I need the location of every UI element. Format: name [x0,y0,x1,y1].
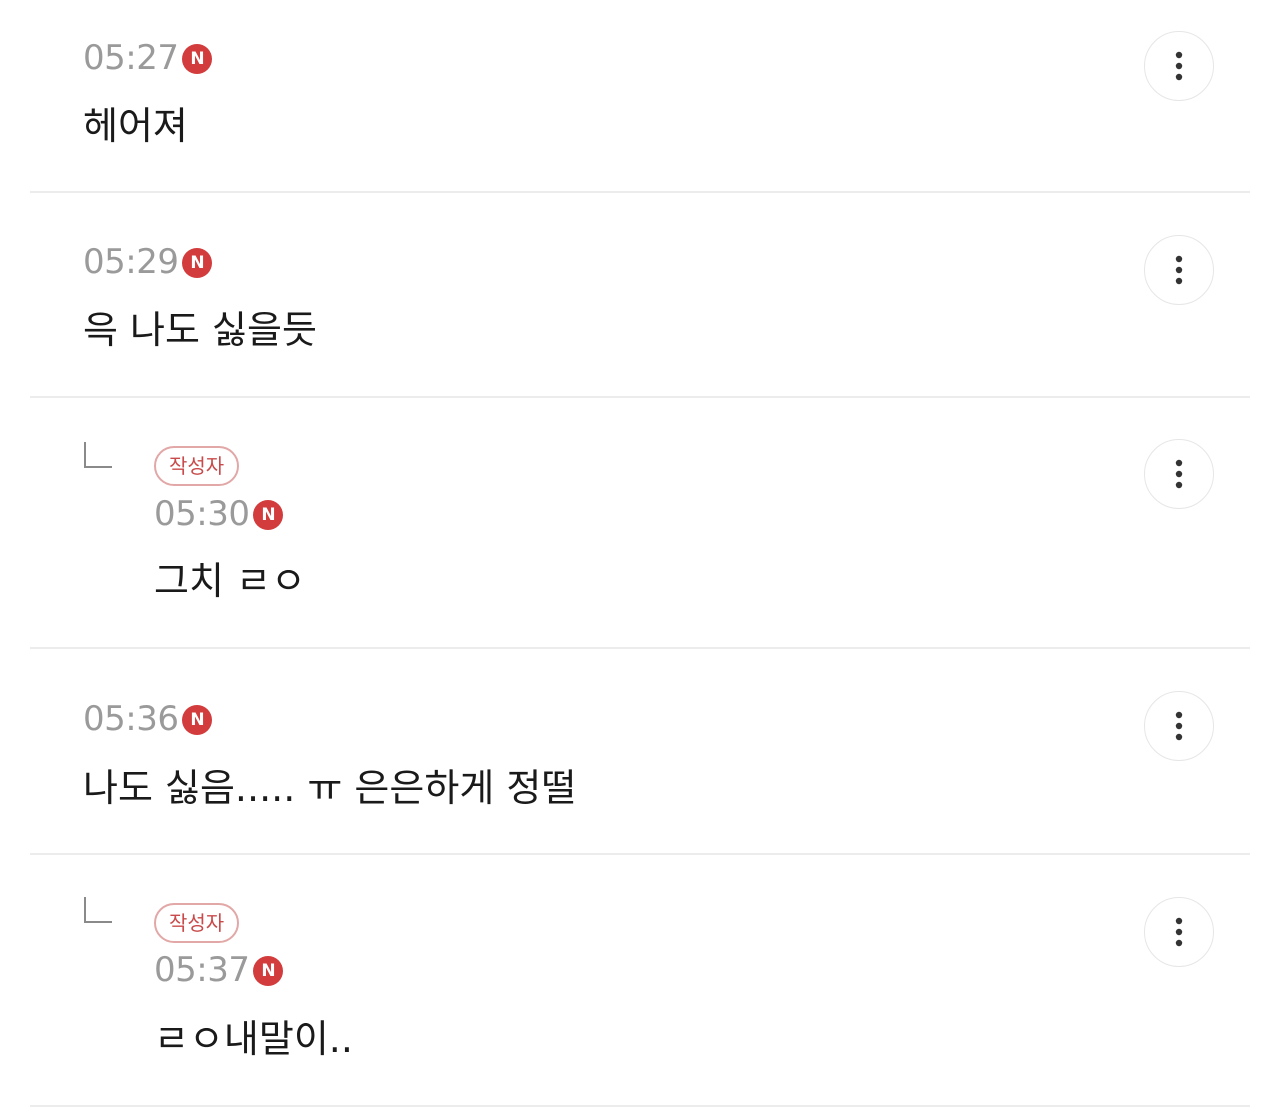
more-vertical-icon [1175,51,1183,81]
comment-text: 헤어져 [83,104,188,148]
comment-meta: 05:30 N [154,494,284,534]
more-options-button[interactable] [1144,691,1214,761]
comment-meta: 05:36 N [83,699,213,739]
more-options-button[interactable] [1144,897,1214,967]
comment-item: 05:36 N 나도 싫음..... ㅠ 은은하게 정떨 [30,649,1250,855]
reply-comment-item: 작성자 05:30 N 그치 ㄹㅇ [30,398,1250,649]
comment-time: 05:27 [83,38,179,78]
more-options-button[interactable] [1144,31,1214,101]
comment-meta: 05:29 N [83,242,213,282]
comment-time: 05:36 [83,699,179,739]
comment-text: 나도 싫음..... ㅠ 은은하게 정떨 [83,766,577,810]
comment-text: 윽 나도 싫을듯 [83,308,317,352]
more-options-button[interactable] [1144,439,1214,509]
more-vertical-icon [1175,459,1183,489]
new-badge-icon: N [182,248,213,278]
more-options-button[interactable] [1144,235,1214,305]
comment-list: 05:27 N 헤어져 05:29 N 윽 나도 싫을듯 작성자 05:30 N… [30,0,1250,1107]
reply-comment-item: 작성자 05:37 N ㄹㅇ내말이.. [30,855,1250,1107]
comment-meta: 05:37 N [154,950,284,990]
new-badge-icon: N [253,500,284,530]
comment-time: 05:30 [154,494,250,534]
new-badge-icon: N [182,44,213,74]
comment-time: 05:37 [154,950,250,990]
reply-arrow-icon [84,442,112,468]
new-badge-icon: N [182,705,213,735]
new-badge-icon: N [253,956,284,986]
author-badge: 작성자 [154,903,240,943]
reply-arrow-icon [84,897,112,923]
more-vertical-icon [1175,255,1183,285]
comment-text: 그치 ㄹㅇ [154,559,306,603]
comment-item: 05:27 N 헤어져 [30,0,1250,193]
comment-time: 05:29 [83,242,179,282]
more-vertical-icon [1175,917,1183,947]
more-vertical-icon [1175,711,1183,741]
comment-item: 05:29 N 윽 나도 싫을듯 [30,193,1250,398]
comment-meta: 05:27 N [83,38,213,78]
author-badge: 작성자 [154,446,240,486]
comment-text: ㄹㅇ내말이.. [154,1017,353,1061]
